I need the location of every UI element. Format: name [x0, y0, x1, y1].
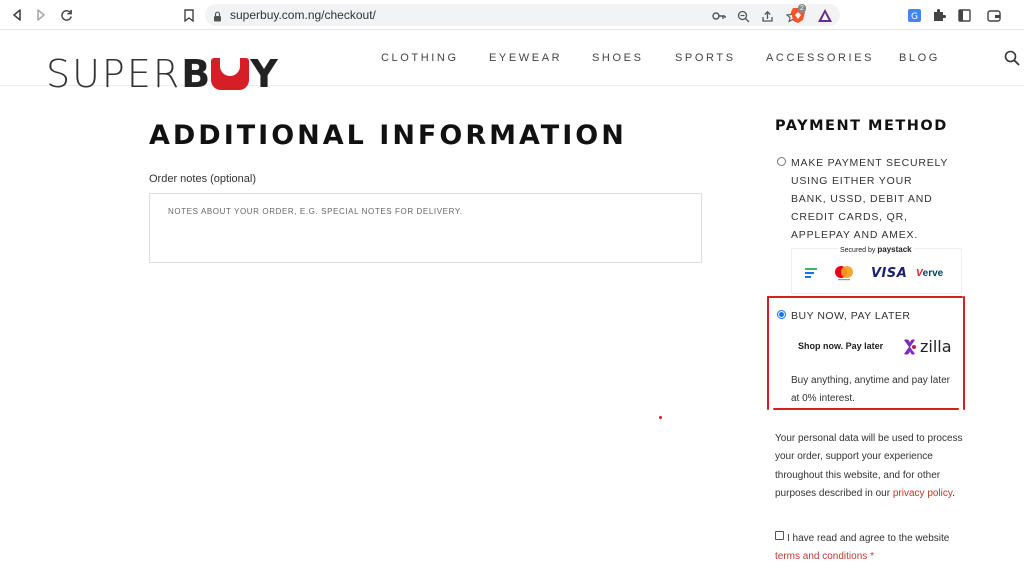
lock-icon — [213, 9, 222, 27]
wallet-icon — [987, 9, 1001, 22]
privacy-policy-link[interactable]: privacy policy — [893, 488, 952, 499]
terms-checkbox[interactable] — [775, 531, 784, 540]
verve-logo: Verve — [916, 267, 944, 279]
reload-icon — [60, 9, 72, 21]
back-icon — [13, 9, 21, 21]
payment-option-bnpl-radio[interactable] — [777, 310, 786, 319]
url-text: superbuy.com.ng/checkout/ — [230, 8, 376, 22]
bookmark-icon — [184, 8, 194, 22]
bnpl-description: Buy anything, anytime and pay later at 0… — [791, 375, 950, 404]
paystack-logos: Secured by paystack VISA Verve — [791, 245, 962, 294]
order-notes-placeholder: NOTES ABOUT YOUR ORDER, E.G. SPECIAL NOT… — [168, 207, 463, 216]
payment-method-heading: PAYMENT METHOD — [775, 118, 948, 134]
verve-text: erve — [922, 267, 944, 279]
zoom-icon[interactable] — [736, 9, 750, 23]
translate-extension-button[interactable]: G — [905, 6, 923, 24]
privacy-notice: Your personal data will be used to proce… — [775, 430, 965, 503]
rewards-triangle-icon — [818, 8, 832, 22]
logo-text-super: SUPER — [46, 52, 182, 96]
payment-option-paystack-radio[interactable] — [777, 157, 786, 166]
puzzle-icon — [934, 9, 946, 21]
site-search-button[interactable] — [1004, 50, 1020, 71]
translate-icon: G — [907, 8, 921, 22]
nav-eyewear[interactable]: EYEWEAR — [489, 52, 562, 64]
visa-logo: VISA — [871, 265, 908, 281]
additional-information-heading: ADDITIONAL INFORMATION — [149, 120, 627, 151]
address-bar[interactable]: superbuy.com.ng/checkout/ — [205, 4, 840, 26]
superbuy-logo[interactable]: SUPER B Y — [46, 54, 278, 94]
nav-clothing[interactable]: CLOTHING — [381, 52, 459, 64]
nav-blog[interactable]: BLOG — [899, 52, 940, 64]
privacy-suffix: . — [952, 487, 955, 499]
zilla-text: zilla — [920, 337, 952, 356]
extensions-button[interactable] — [930, 6, 948, 24]
brave-badge: 2 — [798, 4, 806, 13]
nav-shoes[interactable]: SHOES — [592, 52, 644, 64]
mastercard-icon — [832, 264, 856, 282]
share-icon[interactable] — [760, 9, 774, 23]
key-icon[interactable] — [712, 9, 726, 23]
payment-option-bnpl-label[interactable]: BUY NOW, PAY LATER — [791, 310, 910, 322]
bookmark-button[interactable] — [180, 6, 198, 24]
bank-transfer-icon — [804, 264, 818, 282]
brave-shield-button[interactable]: 2 — [789, 4, 807, 24]
order-notes-label: Order notes (optional) — [149, 173, 256, 185]
shop-now-pay-later-text: Shop now. Pay later — [798, 341, 884, 351]
terms-label: I have read and agree to the website — [787, 533, 950, 544]
nav-accessories[interactable]: ACCESSORIES — [766, 52, 874, 64]
terms-line: terms and conditions * — [775, 548, 874, 566]
svg-text:G: G — [911, 12, 918, 22]
browser-toolbar: superbuy.com.ng/checkout/ 2 G — [0, 0, 1024, 30]
terms-and-conditions-link[interactable]: terms and conditions — [775, 551, 867, 562]
forward-icon — [37, 9, 45, 21]
logo-text-b: B — [181, 52, 211, 96]
wallet-button[interactable] — [985, 6, 1003, 24]
order-notes-textarea[interactable]: NOTES ABOUT YOUR ORDER, E.G. SPECIAL NOT… — [149, 193, 702, 263]
zilla-mark-icon — [904, 338, 916, 355]
forward-button[interactable] — [32, 6, 50, 24]
stray-red-dot — [659, 416, 662, 419]
paystack-text: paystack — [877, 245, 912, 254]
secured-by-text: Secured by — [840, 247, 876, 254]
logo-text-y: Y — [250, 52, 278, 96]
sidebar-button[interactable] — [955, 6, 973, 24]
search-icon — [1004, 50, 1020, 66]
reload-button[interactable] — [57, 6, 75, 24]
required-asterisk: * — [870, 551, 874, 562]
secured-by-paystack: Secured by paystack — [838, 245, 914, 254]
back-button[interactable] — [8, 6, 26, 24]
brave-rewards-button[interactable] — [816, 6, 834, 24]
nav-sports[interactable]: SPORTS — [675, 52, 736, 64]
payment-option-paystack-label[interactable]: MAKE PAYMENT SECURELY USING EITHER YOUR … — [791, 154, 951, 244]
sidebar-icon — [957, 8, 971, 22]
zilla-logo: zilla — [902, 337, 952, 356]
logo-u-mark — [211, 58, 250, 90]
